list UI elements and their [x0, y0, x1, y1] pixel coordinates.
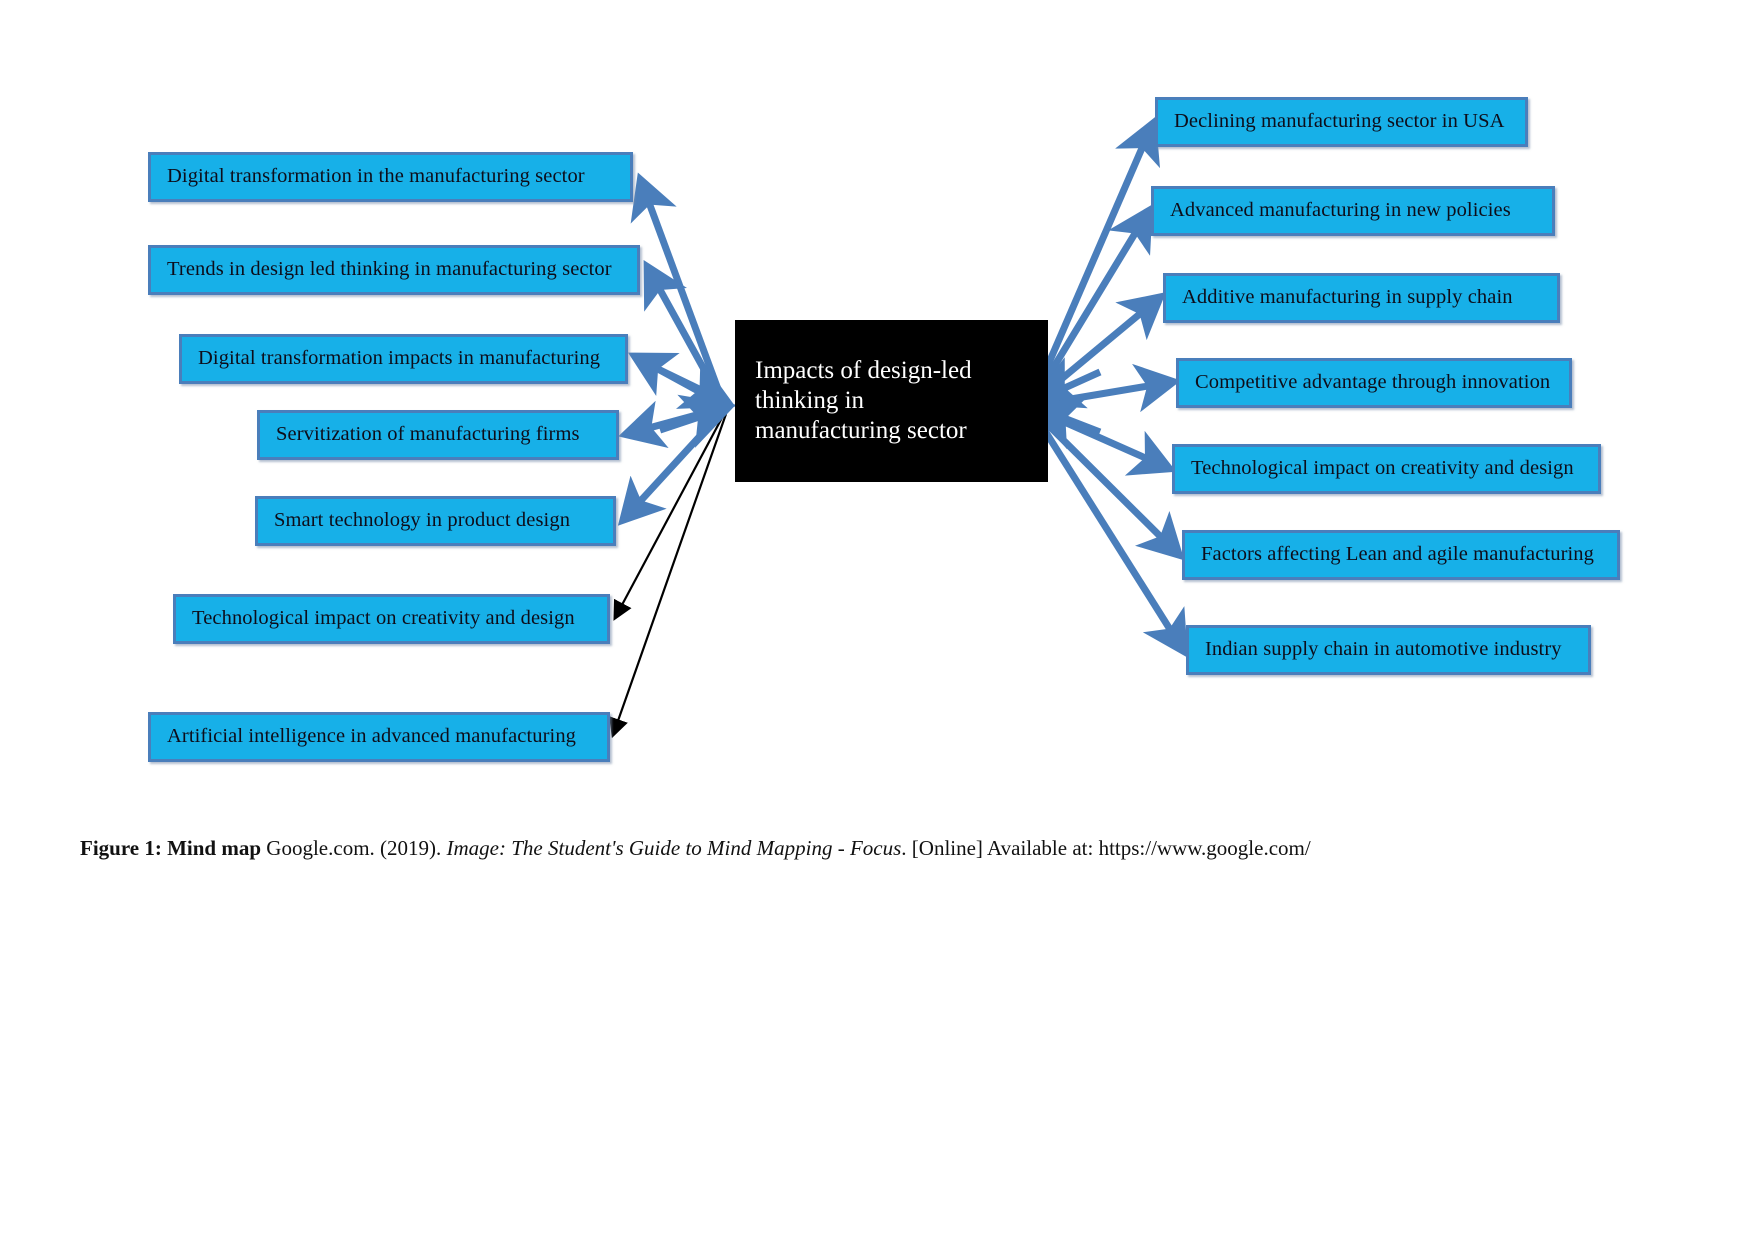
branch-node-left-2-label: Trends in design led thinking in manufac… [167, 258, 612, 281]
connector-right-6 [1032, 409, 1185, 561]
branch-node-right-2[interactable]: Advanced manufacturing in new policies [1151, 186, 1555, 236]
branch-node-left-6-label: Technological impact on creativity and d… [192, 607, 575, 630]
branch-node-left-3-label: Digital transformation impacts in manufa… [198, 347, 601, 370]
central-topic-node[interactable]: Impacts of design-led thinking in manufa… [735, 320, 1048, 482]
figure-caption-source: Google.com. (2019). [261, 836, 447, 860]
central-topic-line-3: manufacturing sector [755, 417, 967, 445]
connector-right-2 [1032, 204, 1153, 400]
branch-node-left-7-label: Artificial intelligence in advanced manu… [167, 725, 577, 748]
central-topic-line-2: thinking in [755, 386, 865, 414]
branch-node-left-5[interactable]: Smart technology in product design [255, 496, 616, 546]
branch-node-right-4-label: Competitive advantage through innovation [1195, 371, 1551, 394]
connector-left-7 [609, 413, 728, 739]
branch-node-right-7[interactable]: Indian supply chain in automotive indust… [1186, 625, 1591, 675]
connector-left-1 [630, 172, 726, 402]
connector-right-3 [1032, 292, 1167, 404]
connector-right-5 [1033, 405, 1177, 476]
branch-node-left-5-label: Smart technology in product design [274, 509, 571, 532]
branch-node-right-6-label: Factors affecting Lean and agile manufac… [1201, 543, 1594, 566]
left-connectors [617, 172, 726, 526]
figure-caption-prefix: Figure 1: Mind map [80, 836, 262, 860]
left-black-connectors [609, 413, 728, 739]
branch-node-right-1-label: Declining manufacturing sector in USA [1174, 110, 1505, 133]
branch-node-left-7[interactable]: Artificial intelligence in advanced manu… [148, 712, 610, 762]
branch-node-left-4[interactable]: Servitization of manufacturing firms [257, 410, 619, 460]
mind-map-figure: Impacts of design-led thinking in manufa… [0, 0, 1754, 1241]
branch-node-left-2[interactable]: Trends in design led thinking in manufac… [148, 245, 640, 295]
hub-left-arrowheads [658, 358, 736, 448]
connector-right-7 [1032, 413, 1188, 658]
branch-node-right-5-label: Technological impact on creativity and d… [1191, 457, 1574, 480]
branch-node-left-4-label: Servitization of manufacturing firms [276, 423, 580, 446]
branch-node-left-1-label: Digital transformation in the manufactur… [167, 165, 585, 188]
branch-node-right-6[interactable]: Factors affecting Lean and agile manufac… [1182, 530, 1620, 580]
branch-node-right-3-label: Additive manufacturing in supply chain [1182, 286, 1513, 309]
connector-right-1 [1031, 116, 1161, 397]
figure-caption-title: Image: The Student's Guide to Mind Mappi… [446, 836, 902, 860]
branch-node-right-1[interactable]: Declining manufacturing sector in USA [1155, 97, 1528, 147]
connector-left-6 [613, 413, 725, 621]
branch-node-left-6[interactable]: Technological impact on creativity and d… [173, 594, 610, 644]
connector-left-4 [618, 400, 723, 449]
branch-node-right-7-label: Indian supply chain in automotive indust… [1205, 638, 1562, 661]
connector-left-2 [643, 260, 726, 404]
figure-caption: Figure 1: Mind map Google.com. (2019). I… [80, 835, 1640, 862]
central-topic-line-1: Impacts of design-led [755, 356, 972, 384]
connector-right-4 [1034, 363, 1181, 413]
branch-node-left-3[interactable]: Digital transformation impacts in manufa… [179, 334, 628, 384]
branch-node-right-5[interactable]: Technological impact on creativity and d… [1172, 444, 1601, 494]
connector-left-5 [617, 409, 725, 526]
branch-node-right-2-label: Advanced manufacturing in new policies [1170, 199, 1511, 222]
branch-node-right-3[interactable]: Additive manufacturing in supply chain [1163, 273, 1560, 323]
branch-node-left-1[interactable]: Digital transformation in the manufactur… [148, 152, 633, 202]
branch-node-right-4[interactable]: Competitive advantage through innovation [1176, 358, 1572, 408]
figure-caption-suffix: . [Online] Available at: https://www.goo… [901, 836, 1311, 860]
connector-left-3 [628, 352, 724, 408]
